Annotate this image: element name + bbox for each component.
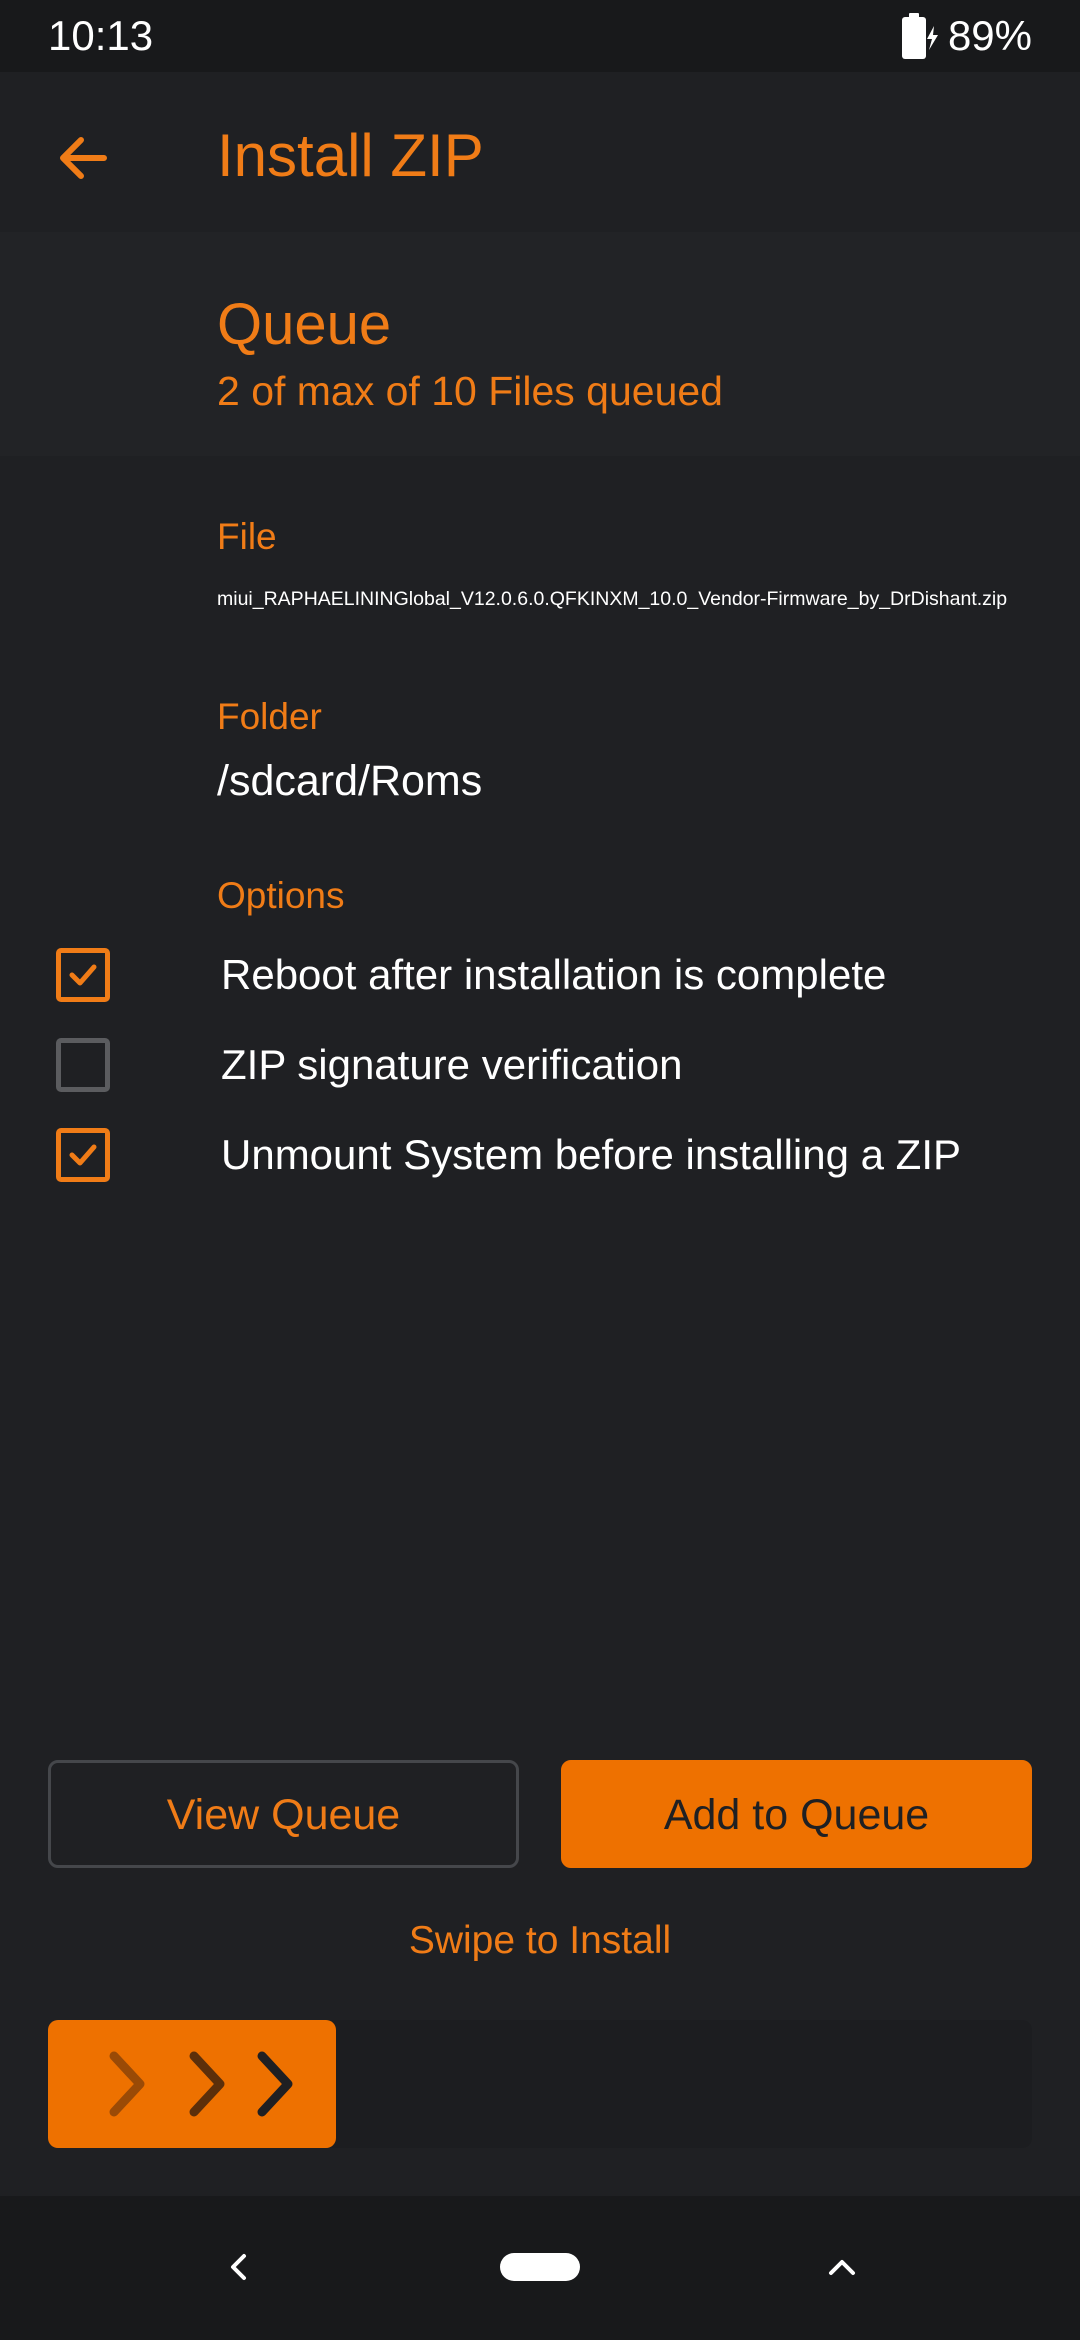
file-label: File bbox=[217, 516, 277, 557]
queue-panel bbox=[0, 232, 1080, 456]
checkbox-checked[interactable] bbox=[56, 1128, 110, 1182]
option-label: Reboot after installation is complete bbox=[221, 951, 887, 998]
status-time: 10:13 bbox=[48, 12, 154, 59]
page-title: Install ZIP bbox=[217, 122, 484, 189]
file-name: miui_RAPHAELININGlobal_V12.0.6.0.QFKINXM… bbox=[217, 588, 1008, 610]
option-unmount-system[interactable]: Unmount System before installing a ZIP bbox=[0, 1110, 1080, 1200]
checkmark-icon bbox=[69, 1144, 97, 1166]
nav-up-chevron-icon[interactable] bbox=[825, 2250, 859, 2284]
options-label: Options bbox=[217, 875, 345, 916]
option-zip-signature-verification[interactable]: ZIP signature verification bbox=[0, 1020, 1080, 1110]
status-indicators: 89% bbox=[900, 12, 1032, 60]
swipe-handle[interactable] bbox=[48, 2020, 336, 2148]
option-reboot-after-install[interactable]: Reboot after installation is complete bbox=[0, 930, 1080, 1020]
add-to-queue-button[interactable]: Add to Queue bbox=[561, 1760, 1032, 1868]
queue-count-text: 2 of max of 10 Files queued bbox=[217, 368, 723, 414]
folder-label: Folder bbox=[217, 696, 322, 737]
triple-chevron-right-icon bbox=[109, 2051, 293, 2117]
checkmark-icon bbox=[69, 964, 97, 986]
battery-percent: 89% bbox=[947, 12, 1032, 59]
checkbox-unchecked[interactable] bbox=[56, 1038, 110, 1092]
option-label: Unmount System before installing a ZIP bbox=[221, 1131, 962, 1178]
checkbox-checked[interactable] bbox=[56, 948, 110, 1002]
option-label: ZIP signature verification bbox=[221, 1041, 683, 1088]
view-queue-button[interactable]: View Queue bbox=[48, 1760, 519, 1868]
swipe-to-install-label: Swipe to Install bbox=[408, 1919, 672, 1962]
nav-back-icon[interactable] bbox=[222, 2250, 256, 2284]
nav-home-pill-icon[interactable] bbox=[500, 2253, 580, 2281]
queue-title: Queue bbox=[217, 292, 392, 357]
arrow-left-icon[interactable] bbox=[50, 125, 116, 191]
folder-path: /sdcard/Roms bbox=[217, 757, 483, 805]
battery-charging-icon bbox=[901, 13, 938, 59]
